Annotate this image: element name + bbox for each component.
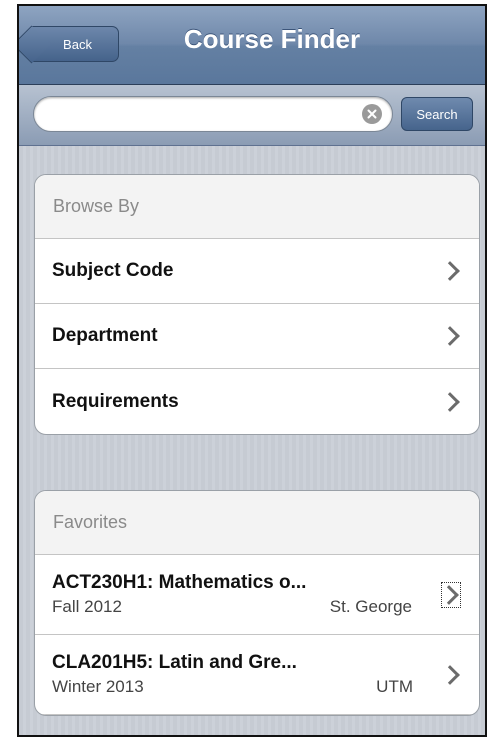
favorite-item-text: ACT230H1: Mathematics o... Fall 2012 St.… (52, 572, 412, 618)
favorite-item[interactable]: ACT230H1: Mathematics o... Fall 2012 St.… (35, 555, 479, 635)
browse-item-subject-code[interactable]: Subject Code (35, 239, 479, 304)
favorite-course-term: Winter 2013 (52, 676, 144, 696)
clear-search-icon[interactable] (362, 104, 382, 124)
favorites-header: Favorites (35, 491, 479, 555)
browse-item-requirements[interactable]: Requirements (35, 369, 479, 434)
browse-item-label: Department (52, 325, 158, 346)
chevron-right-icon (440, 391, 460, 412)
favorites-group: Favorites ACT230H1: Mathematics o... Fal… (34, 490, 480, 716)
favorite-course-title: ACT230H1: Mathematics o... (52, 571, 307, 593)
back-button-label: Back (63, 36, 92, 52)
favorite-course-campus: St. George (329, 596, 412, 616)
page-title: Course Finder (183, 24, 361, 54)
navigation-bar: Back Course Finder (19, 6, 485, 85)
favorite-course-term: Fall 2012 (52, 596, 122, 616)
search-bar: Search (19, 85, 485, 146)
favorite-course-title: CLA201H5: Latin and Gre... (52, 651, 297, 673)
browse-item-department[interactable]: Department (35, 304, 479, 369)
browse-item-label: Requirements (52, 390, 179, 412)
chevron-right-icon (440, 664, 460, 685)
chevron-right-icon (440, 326, 460, 346)
search-input[interactable] (33, 96, 393, 132)
back-button[interactable]: Back (31, 26, 119, 62)
chevron-right-icon (440, 261, 460, 281)
favorite-item-text: CLA201H5: Latin and Gre... Winter 2013 U… (52, 652, 413, 698)
favorite-item[interactable]: CLA201H5: Latin and Gre... Winter 2013 U… (35, 635, 479, 715)
search-button[interactable]: Search (401, 97, 473, 131)
browse-by-header: Browse By (35, 175, 479, 239)
search-button-label: Search (416, 106, 458, 122)
browse-by-group: Browse By Subject Code Department Requir… (34, 174, 480, 435)
favorite-course-meta: Winter 2013 UTM (52, 676, 413, 698)
chevron-right-icon (439, 584, 459, 605)
app-frame: Back Course Finder Search Browse By Subj… (17, 4, 487, 737)
favorite-course-meta: Fall 2012 St. George (52, 596, 412, 618)
browse-item-label: Subject Code (52, 260, 174, 281)
favorite-course-campus: UTM (376, 676, 413, 696)
focused-chevron[interactable] (439, 581, 461, 608)
